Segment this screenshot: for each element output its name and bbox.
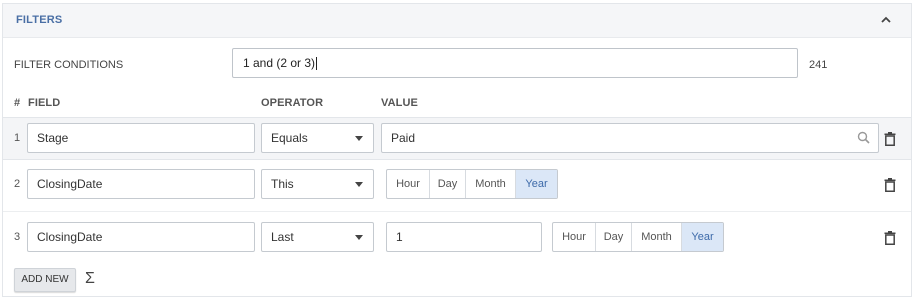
field-input[interactable]: ClosingDate — [27, 222, 255, 252]
field-input[interactable]: Stage — [27, 123, 255, 153]
unit-month[interactable]: Month — [466, 170, 516, 198]
add-new-button[interactable]: ADD NEW — [14, 268, 76, 292]
trash-icon[interactable] — [884, 132, 896, 146]
trash-icon[interactable] — [884, 178, 896, 192]
column-header-num: # — [14, 97, 21, 109]
value-lookup-text: Paid — [391, 131, 416, 145]
operator-select-value: This — [271, 177, 294, 191]
text-caret — [316, 57, 318, 71]
filter-conditions-value: 1 and (2 or 3) — [243, 56, 316, 70]
unit-hour[interactable]: Hour — [553, 223, 596, 251]
unit-month[interactable]: Month — [632, 223, 682, 251]
operator-select-value: Last — [271, 230, 294, 244]
row-number: 3 — [14, 231, 21, 243]
search-icon[interactable] — [857, 131, 870, 144]
value-number-input[interactable]: 1 — [386, 222, 542, 252]
unit-day[interactable]: Day — [596, 223, 632, 251]
value-lookup-input[interactable]: Paid — [381, 123, 879, 153]
column-header-operator: OPERATOR — [261, 97, 324, 109]
filters-header[interactable]: FILTERS — [3, 4, 911, 38]
filter-row-2: 2 ClosingDate This Hour Day Month Year — [3, 158, 911, 212]
filters-title: FILTERS — [16, 14, 63, 26]
unit-year[interactable]: Year — [516, 170, 557, 198]
operator-select-value: Equals — [271, 131, 308, 145]
time-unit-toggle: Hour Day Month Year — [386, 169, 558, 199]
time-unit-toggle: Hour Day Month Year — [552, 222, 724, 252]
operator-select[interactable]: This — [261, 169, 374, 199]
operator-select[interactable]: Equals — [261, 123, 374, 153]
unit-day[interactable]: Day — [430, 170, 466, 198]
unit-hour[interactable]: Hour — [387, 170, 430, 198]
filter-conditions-input[interactable]: 1 and (2 or 3) — [232, 48, 798, 78]
sigma-icon[interactable]: Σ — [85, 270, 95, 288]
filter-row-1: 1 Stage Equals Paid — [3, 117, 911, 160]
filter-count: 241 — [809, 59, 828, 71]
row-number: 1 — [14, 132, 21, 144]
field-input[interactable]: ClosingDate — [27, 169, 255, 199]
column-header-value: VALUE — [381, 97, 418, 109]
filter-row-3: 3 ClosingDate Last 1 Hour Day Month Year — [3, 211, 911, 264]
trash-icon[interactable] — [884, 231, 896, 245]
column-header-field: FIELD — [28, 97, 61, 109]
filter-conditions-label: FILTER CONDITIONS — [14, 59, 124, 71]
filters-panel: FILTERS FILTER CONDITIONS 1 and (2 or 3)… — [2, 3, 912, 297]
operator-select[interactable]: Last — [261, 222, 374, 252]
chevron-up-icon[interactable] — [879, 13, 893, 27]
unit-year[interactable]: Year — [682, 223, 723, 251]
row-number: 2 — [14, 178, 21, 190]
